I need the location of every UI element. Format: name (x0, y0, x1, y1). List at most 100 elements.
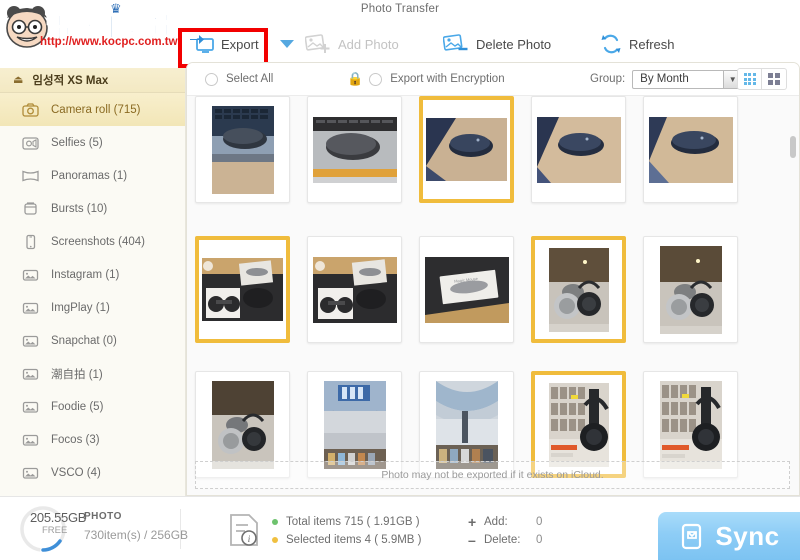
eject-icon[interactable]: ⏏ (13, 74, 23, 86)
photo-image (536, 116, 621, 183)
sidebar-item-label: Instagram (1) (51, 268, 120, 281)
album-icon (22, 300, 39, 316)
phone-icon (22, 234, 39, 250)
select-all-label: Select All (226, 73, 274, 85)
photo-thumbnail[interactable]: Magic Mouse (419, 236, 514, 343)
photo-image (548, 247, 609, 332)
sidebar-item-bursts[interactable]: Bursts (10) (0, 192, 185, 225)
grid-large-icon (768, 73, 780, 85)
photo-row (195, 96, 738, 203)
export-with-encryption-checkbox[interactable]: 🔒 Export with Encryption (347, 71, 505, 87)
checkbox-box[interactable] (205, 72, 218, 86)
delete-photo-label: Delete Photo (476, 36, 552, 52)
select-all-checkbox[interactable]: Select All (205, 72, 274, 86)
photo-thumbnail[interactable] (643, 96, 738, 203)
sidebar-item-label: ImgPlay (1) (51, 301, 110, 314)
photo-thumbnail-selected[interactable] (195, 236, 290, 343)
add-label: Add: (484, 516, 508, 528)
total-items-row: Total items 715 ( 1.91GB ) (272, 513, 422, 531)
photo-thumbnail[interactable] (307, 96, 402, 203)
add-value: 0 (536, 516, 543, 528)
device-header[interactable]: ⏏ 임성적 XS Max (0, 68, 185, 93)
photo-image (211, 105, 274, 194)
refresh-button[interactable]: Refresh (600, 33, 675, 55)
delete-photo-button[interactable]: Delete Photo (443, 33, 551, 55)
photo-image (659, 380, 722, 469)
status-bullet (272, 519, 278, 525)
sync-device-icon (682, 523, 702, 549)
sync-button[interactable]: Sync (658, 512, 800, 560)
plus-icon: + (468, 514, 477, 530)
view-small-grid-button[interactable] (737, 68, 762, 90)
watermark-url: http://www.kocpc.com.tw (40, 36, 178, 48)
sidebar-item-label: Camera roll (715) (51, 103, 141, 116)
selected-items-row: Selected items 4 ( 5.9MB ) (272, 531, 422, 549)
sidebar-item-label: Bursts (10) (51, 202, 108, 215)
photo-image: Magic Mouse (424, 256, 509, 323)
album-icon (22, 366, 39, 382)
sync-label: Sync (715, 520, 780, 551)
album-icon (22, 465, 39, 481)
delete-label: Delete: (484, 534, 521, 546)
photo-grid-scrollbar[interactable] (789, 132, 797, 495)
checkbox-box[interactable] (369, 72, 383, 86)
icloud-export-notice: Photo may not be exported if it exists o… (195, 461, 790, 489)
export-dropdown-button[interactable] (280, 40, 294, 48)
sidebar-item-selfies[interactable]: Selfies (5) (0, 126, 185, 159)
photo-image (211, 380, 274, 469)
sidebar-item-snapchat[interactable]: Snapchat (0) (0, 324, 185, 357)
photo-image (435, 380, 498, 469)
minus-icon: – (468, 532, 476, 548)
status-divider (180, 509, 181, 549)
watermark-logo: ♛ 電腦王阿達 http://www.kocpc.com.tw (2, 2, 184, 50)
sidebar-item-panoramas[interactable]: Panoramas (1) (0, 159, 185, 192)
view-large-grid-button[interactable] (762, 68, 787, 90)
refresh-label: Refresh (629, 36, 675, 52)
photo-row: Magic Mouse (195, 236, 738, 343)
sidebar-item-vsco[interactable]: VSCO (4) (0, 456, 185, 489)
photo-panel: Select All 🔒 Export with Encryption Grou… (186, 62, 800, 496)
refresh-icon (601, 34, 621, 54)
options-bar: Select All 🔒 Export with Encryption Grou… (187, 63, 799, 96)
sidebar-item-imgplay[interactable]: ImgPlay (1) (0, 291, 185, 324)
photo-thumbnail[interactable] (195, 96, 290, 203)
add-photo-button[interactable]: Add Photo (305, 33, 399, 55)
photo-thumbnail[interactable] (531, 96, 626, 203)
photo-thumbnail-selected[interactable] (419, 96, 514, 203)
chevron-down-icon (280, 40, 294, 48)
sidebar-item-chao-zi-pai[interactable]: 潮自拍 (1) (0, 357, 185, 390)
sidebar-item-focos[interactable]: Focos (3) (0, 423, 185, 456)
document-info-icon: i (230, 514, 258, 546)
photo-thumbnail[interactable] (307, 236, 402, 343)
photo-thumbnail[interactable] (643, 236, 738, 343)
album-icon (22, 267, 39, 283)
photo-transfer-window: Photo Transfer ♛ 電腦王阿達 http://www.kocpc.… (0, 0, 800, 560)
storage-detail: 730item(s) / 256GB (84, 528, 189, 542)
group-selected-value: By Month (640, 73, 689, 85)
photo-image (312, 116, 397, 183)
sidebar-item-label: Foodie (5) (51, 400, 104, 413)
selfie-icon (22, 135, 39, 151)
photo-image (426, 118, 507, 181)
photo-thumbnail-selected[interactable] (531, 236, 626, 343)
sidebar-item-screenshots[interactable]: Screenshots (404) (0, 225, 185, 258)
sidebar-item-label: 潮自拍 (1) (51, 368, 103, 381)
album-icon (22, 399, 39, 415)
sidebar-item-camera-roll[interactable]: Camera roll (715) (0, 93, 185, 126)
icloud-notice-text: Photo may not be exported if it exists o… (381, 469, 604, 481)
selected-items-text: Selected items 4 ( 5.9MB ) (286, 534, 422, 546)
photo-image (323, 380, 386, 469)
add-photo-icon (305, 34, 330, 53)
device-name: 임성적 XS Max (32, 75, 109, 87)
pending-operations: + Add: 0 – Delete: 0 (468, 513, 542, 549)
sidebar-item-label: VSCO (4) (51, 466, 101, 479)
item-stats: Total items 715 ( 1.91GB ) Selected item… (272, 513, 422, 549)
export-encryption-label: Export with Encryption (390, 73, 505, 85)
sidebar-item-foodie[interactable]: Foodie (5) (0, 390, 185, 423)
sidebar-item-instagram[interactable]: Instagram (1) (0, 258, 185, 291)
photo-image (648, 116, 733, 183)
group-select[interactable]: By Month ▼ (632, 69, 743, 89)
panorama-icon (22, 168, 39, 184)
scrollbar-thumb[interactable] (790, 136, 796, 158)
delete-value: 0 (536, 534, 543, 546)
